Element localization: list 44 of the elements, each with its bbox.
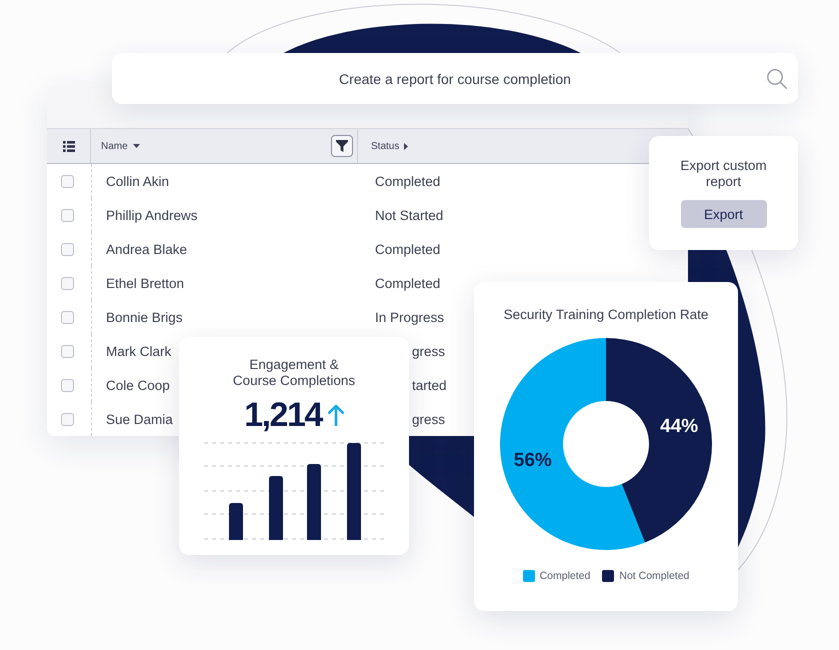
search-field[interactable]: Create a report for course completion [112, 53, 798, 104]
export-button[interactable]: Export [680, 200, 766, 228]
card-title: Engagement & Course Completions [232, 357, 356, 389]
table-cell: gress [412, 344, 446, 358]
table-cell: Sue Damia [106, 412, 173, 426]
row-checkbox[interactable] [61, 412, 74, 426]
table-cell: Not Started [375, 208, 444, 222]
row-checkbox[interactable] [61, 378, 74, 392]
table-cell: In Progress [375, 310, 444, 324]
table-cell: Bonnie Brigs [106, 310, 183, 324]
legend-label: Completed [540, 570, 590, 582]
data-label: 56% [514, 450, 552, 471]
row-checkbox[interactable] [61, 242, 74, 256]
card-title: Export custom report [680, 158, 767, 190]
table-cell: Collin Akin [106, 174, 170, 188]
row-checkbox[interactable] [61, 310, 74, 324]
stat-value: 1,214 [244, 397, 322, 433]
data-label: 44% [660, 416, 698, 438]
legend-label: Not Completed [619, 570, 690, 582]
table-cell: Ethel Bretton [106, 276, 184, 290]
filter-button[interactable] [331, 135, 353, 157]
row-checkbox[interactable] [61, 174, 74, 188]
row-checkbox[interactable] [61, 344, 74, 358]
table-cell: Mark Clark [106, 344, 172, 358]
caret-down-icon[interactable] [132, 144, 140, 148]
list-icon[interactable] [62, 140, 74, 152]
filter-icon [336, 140, 348, 152]
table-cell: tarted [412, 378, 447, 392]
row-checkbox[interactable] [61, 208, 74, 222]
table-cell: gress [412, 412, 446, 426]
chart-title: Security Training Completion Rate [504, 307, 708, 323]
table-cell: Completed [375, 242, 440, 256]
column-header[interactable]: Name [101, 140, 128, 152]
table-cell: Completed [375, 174, 440, 188]
chart-bar [269, 476, 283, 540]
column-header[interactable]: Status [371, 140, 400, 152]
table-cell: Cole Coop [106, 378, 170, 392]
caret-right-icon[interactable] [404, 142, 408, 150]
row-checkbox[interactable] [61, 276, 74, 290]
table-cell: Andrea Blake [106, 242, 188, 256]
chart-bar [229, 503, 243, 540]
table-cell: Completed [375, 276, 440, 290]
table-cell: Phillip Andrews [106, 208, 198, 222]
search-icon[interactable] [767, 68, 787, 88]
